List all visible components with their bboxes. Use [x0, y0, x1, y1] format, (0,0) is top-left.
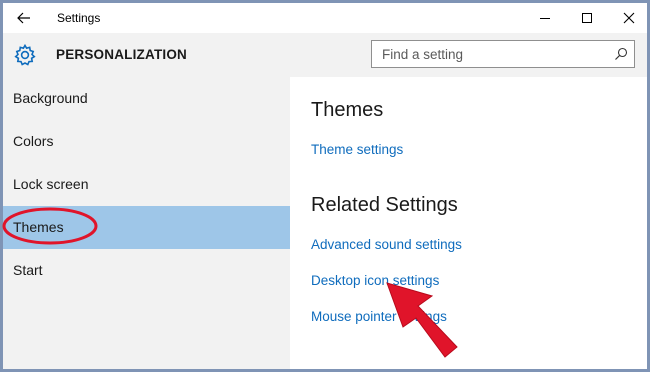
maximize-icon: [582, 13, 592, 23]
close-button[interactable]: [607, 3, 647, 33]
advanced-sound-settings-link[interactable]: Advanced sound settings: [311, 237, 462, 252]
gear-icon: [14, 43, 36, 66]
close-icon: [623, 12, 635, 24]
minimize-button[interactable]: [523, 3, 567, 33]
main-content: Themes Theme settings Related Settings A…: [290, 77, 647, 369]
back-arrow-icon: [17, 12, 30, 24]
maximize-button[interactable]: [565, 3, 609, 33]
page-header: PERSONALIZATION Find a setting: [3, 33, 647, 77]
settings-window: Settings PERSONALIZATION Find a setting …: [3, 3, 647, 369]
search-icon[interactable]: [614, 47, 628, 61]
theme-settings-link[interactable]: Theme settings: [311, 142, 403, 157]
sidebar-item-colors[interactable]: Colors: [3, 120, 290, 163]
search-placeholder: Find a setting: [382, 47, 464, 62]
minimize-icon: [540, 18, 550, 19]
mouse-pointer-settings-link[interactable]: Mouse pointer settings: [311, 309, 447, 324]
sidebar-item-themes[interactable]: Themes: [3, 206, 290, 249]
window-title: Settings: [57, 11, 101, 25]
sidebar-item-start[interactable]: Start: [3, 249, 290, 292]
desktop-icon-settings-link[interactable]: Desktop icon settings: [311, 273, 439, 288]
themes-heading: Themes: [311, 99, 384, 121]
back-button[interactable]: [11, 7, 37, 29]
page-title: PERSONALIZATION: [56, 47, 187, 62]
search-input[interactable]: Find a setting: [371, 40, 635, 68]
sidebar-item-background[interactable]: Background: [3, 77, 290, 120]
related-settings-heading: Related Settings: [311, 194, 458, 216]
title-bar: Settings: [3, 3, 647, 33]
sidebar-item-lock-screen[interactable]: Lock screen: [3, 163, 290, 206]
sidebar: Background Colors Lock screen Themes Sta…: [3, 77, 290, 369]
